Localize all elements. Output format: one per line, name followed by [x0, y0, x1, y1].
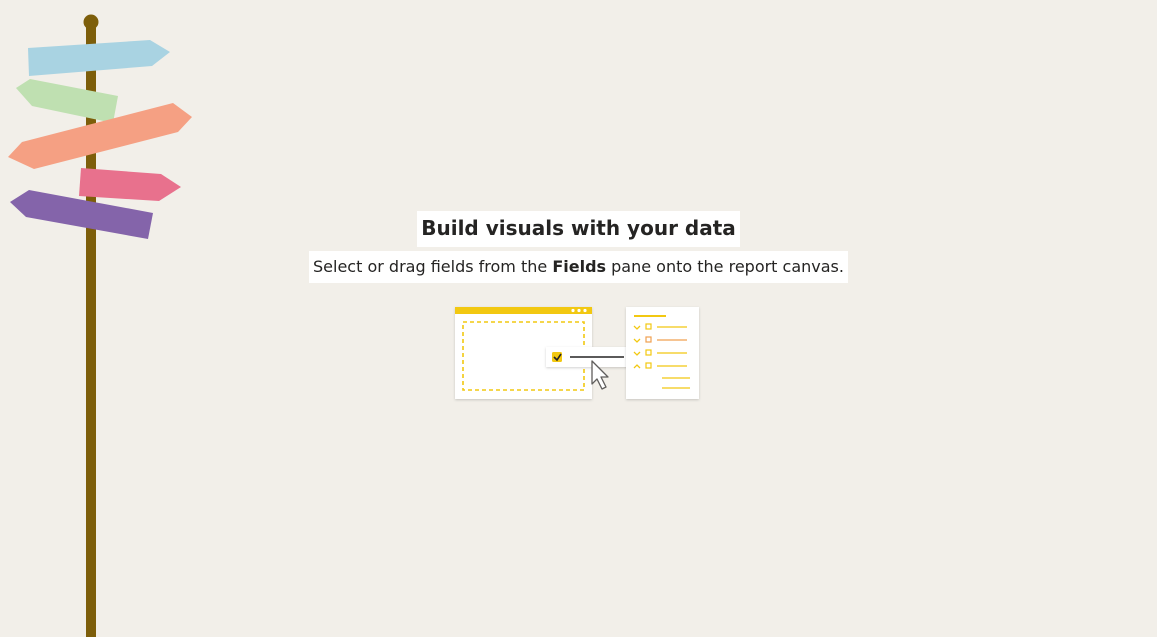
subtitle-text-before: Select or drag fields from the: [313, 257, 553, 276]
fields-pane-reference: Fields: [552, 257, 607, 276]
empty-state-subtitle: Select or drag fields from the Fields pa…: [309, 251, 848, 283]
empty-state: Build visuals with your data Select or d…: [0, 211, 1157, 283]
fields-pane-icon: [626, 307, 699, 399]
subtitle-text-after: pane onto the report canvas.: [606, 257, 844, 276]
report-canvas[interactable]: Build visuals with your data Select or d…: [0, 0, 1157, 637]
drag-fields-illustration-icon: [455, 307, 699, 399]
dragged-field-icon: [546, 347, 634, 367]
signpost-icon: [8, 14, 192, 637]
empty-state-title: Build visuals with your data: [417, 211, 740, 247]
